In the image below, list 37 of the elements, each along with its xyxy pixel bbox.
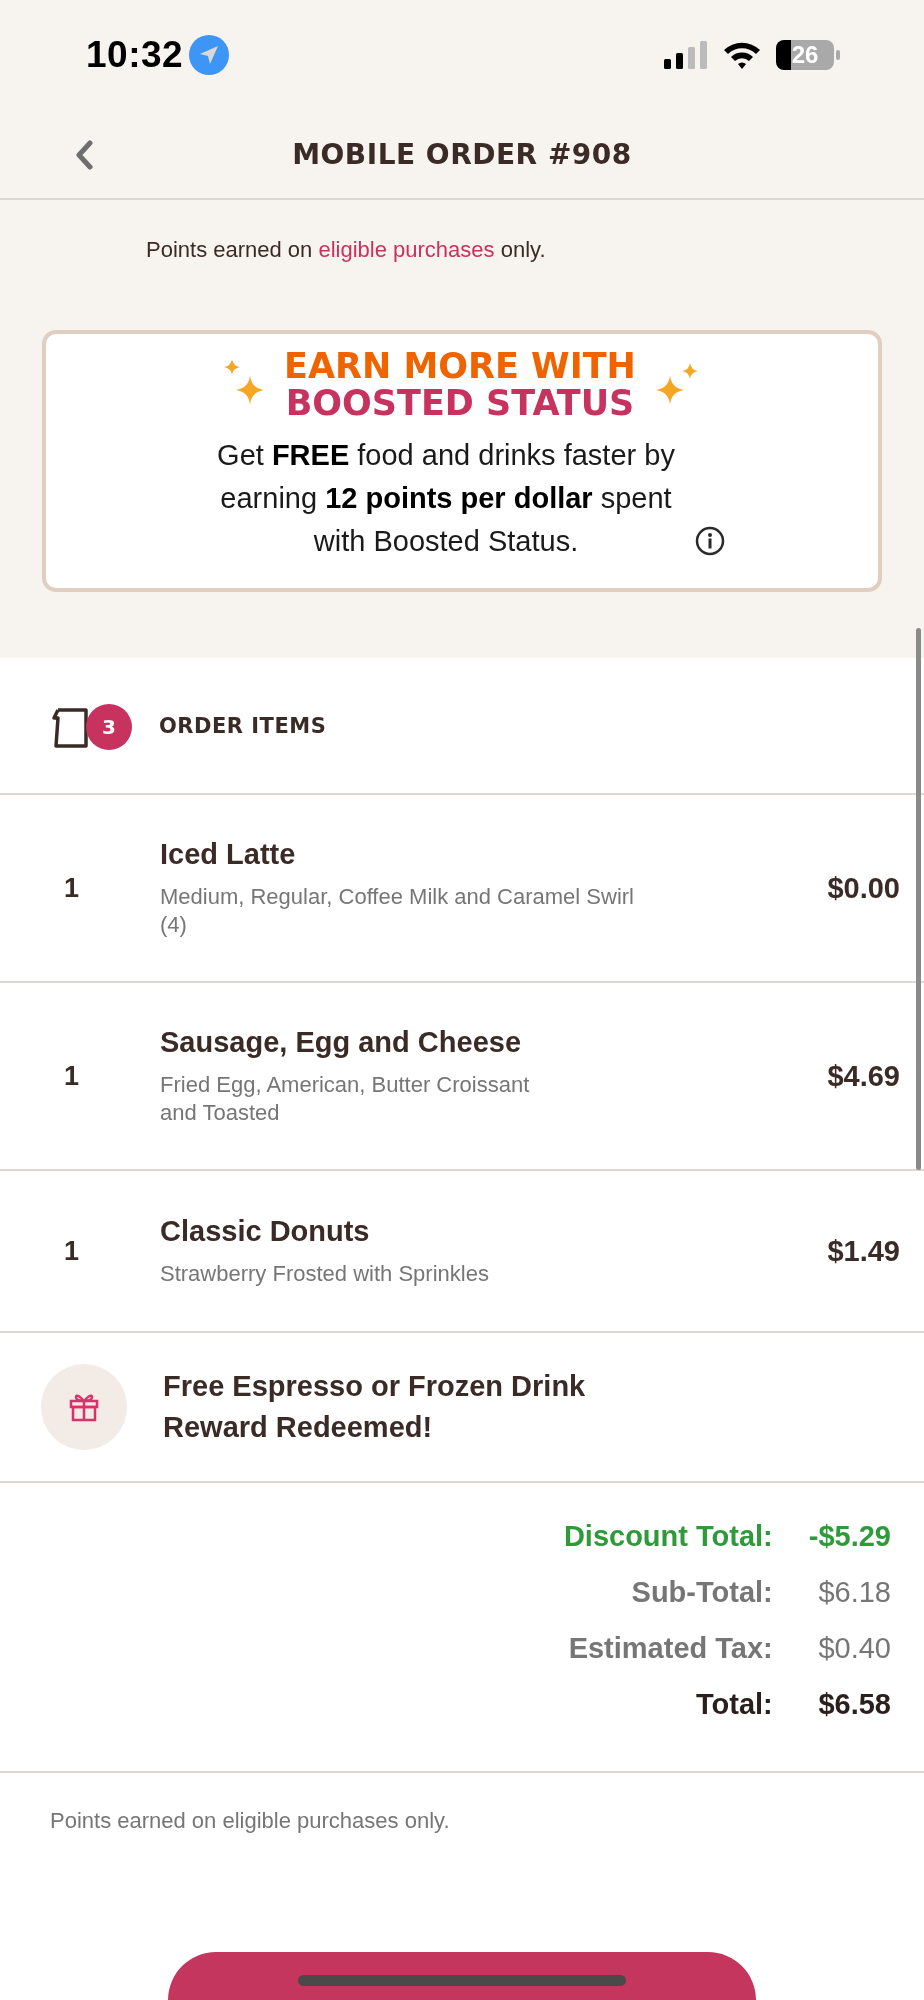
info-icon[interactable] [695, 526, 725, 556]
item-name: Classic Donuts [160, 1214, 371, 1248]
promo-description: Get FREE food and drinks faster by earning 12 points per dollar spent with Boosted Status. [216, 438, 676, 559]
item-quantity: 1 [63, 1235, 81, 1267]
location-icon [189, 35, 230, 75]
total-value: -$5.29 [808, 1519, 891, 1554]
item-name: Iced Latte [160, 837, 297, 871]
wifi-icon [722, 40, 762, 70]
total-label: Total: [695, 1687, 773, 1722]
total-label: Sub-Total: [630, 1575, 773, 1610]
total-value: $6.18 [817, 1575, 891, 1610]
item-quantity: 1 [63, 1060, 81, 1092]
points-note: Points earned on eligible purchases only. [146, 236, 547, 264]
promo-title: EARN MORE WITH [284, 348, 636, 385]
clock-time: 10:32 [86, 34, 184, 76]
total-value: $0.40 [817, 1631, 891, 1666]
item-quantity: 1 [63, 872, 81, 904]
points-note: Points earned on eligible purchases only. [50, 1808, 450, 1833]
section-title: ORDER ITEMS [159, 713, 327, 738]
battery-percentage: 26 [791, 41, 819, 69]
promo-subtitle: BOOSTED STATUS [285, 385, 635, 422]
item-name: Sausage, Egg and Cheese [160, 1025, 522, 1059]
page-title: MOBILE ORDER #908 [292, 137, 632, 171]
item-price: $0.00 [827, 871, 900, 905]
gift-icon [68, 1392, 100, 1422]
reward-message: Free Espresso or Frozen Drink Reward Redeemed! [163, 1369, 587, 1445]
item-price: $4.69 [827, 1059, 900, 1093]
total-value: $6.58 [817, 1687, 891, 1722]
item-details: Fried Egg, American, Butter Croissant and Toasted [160, 1070, 531, 1127]
item-count-badge: 3 [86, 703, 132, 750]
total-label: Estimated Tax: [567, 1631, 773, 1666]
eligible-purchases-link[interactable]: eligible purchases [318, 237, 495, 262]
item-details: Strawberry Frosted with Sprinkles [160, 1259, 490, 1288]
item-details: Medium, Regular, Coffee Milk and Caramel Swirl (4) [160, 882, 635, 939]
total-label: Discount Total: [563, 1519, 773, 1554]
item-price: $1.49 [827, 1234, 900, 1268]
signal-icon [664, 41, 708, 69]
